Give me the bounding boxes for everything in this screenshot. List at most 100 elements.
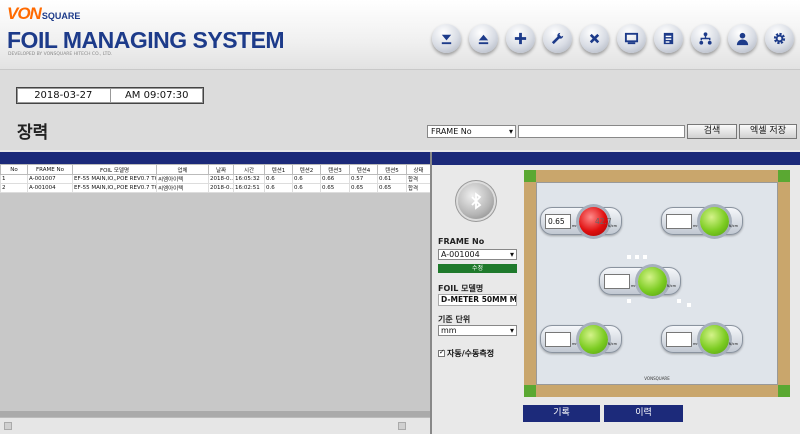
config-button[interactable] bbox=[765, 24, 794, 53]
fiducial-dot bbox=[627, 299, 631, 303]
bluetooth-button[interactable] bbox=[458, 183, 494, 219]
sensor-1-unit2: N/cm bbox=[607, 224, 617, 228]
search-button[interactable]: 검색 bbox=[687, 124, 737, 139]
unit-label: 기준 단위 bbox=[438, 315, 471, 324]
scroll-left-icon[interactable] bbox=[4, 422, 12, 430]
sensor-5-led bbox=[700, 325, 729, 354]
auto-measure-checkbox[interactable]: 자동/수동측정 bbox=[438, 348, 494, 359]
monitor-button[interactable] bbox=[617, 24, 646, 53]
grid-footer bbox=[0, 417, 430, 434]
settings-tool-button[interactable] bbox=[543, 24, 572, 53]
wrench-icon bbox=[551, 32, 564, 45]
table-cell: EF-55 MAIN,IO,,POE REV0.7 TOP bbox=[72, 174, 157, 184]
time-value: AM 09:07:30 bbox=[109, 88, 204, 103]
table-cell: 2018-0... bbox=[208, 183, 234, 193]
sensor-2-unit: mm bbox=[693, 224, 700, 228]
sensor-4-unit: mm bbox=[572, 342, 579, 346]
grid-header-cell[interactable]: 텐션3 bbox=[320, 164, 350, 175]
upload-button[interactable] bbox=[469, 24, 498, 53]
sensor-4-led bbox=[579, 325, 608, 354]
grid-header-cell[interactable]: 텐션4 bbox=[349, 164, 378, 175]
measurement-title-bar bbox=[432, 152, 800, 165]
sensor-1-unit: mm bbox=[572, 224, 579, 228]
grid-header-cell[interactable]: FRAME No bbox=[27, 164, 73, 175]
fiducial-dot bbox=[627, 255, 631, 259]
network-button[interactable] bbox=[691, 24, 720, 53]
search-input[interactable] bbox=[518, 125, 685, 138]
frame-no-select[interactable]: A-001004 bbox=[438, 249, 517, 260]
sensor-5[interactable]: mm N/cm bbox=[661, 325, 743, 354]
user-button[interactable] bbox=[728, 24, 757, 53]
table-row[interactable]: 1 A-001007 EF-55 MAIN,IO,,POE REV0.7 TOP 씨엠… bbox=[0, 174, 431, 184]
grid-header-cell[interactable]: 상태 bbox=[406, 164, 431, 175]
fiducial-dot bbox=[643, 255, 647, 259]
table-row[interactable]: 2 A-001004 EF-55 MAIN,IO,,POE REV0.7 TOP 씨엠… bbox=[0, 183, 431, 193]
table-cell: 씨엠아이텍 bbox=[156, 174, 209, 184]
table-cell: A-001004 bbox=[27, 183, 73, 193]
toolbar bbox=[432, 24, 794, 53]
datetime-display: 2018-03-27 AM 09:07:30 bbox=[16, 87, 204, 104]
sensor-1[interactable]: 0.65 mm 42.7 N/cm bbox=[540, 207, 622, 236]
sensor-4-unit2: N/cm bbox=[607, 342, 617, 346]
frame-no-label: FRAME No bbox=[438, 237, 485, 246]
table-cell: 0.65 bbox=[377, 183, 407, 193]
sensor-3[interactable]: mm N/cm bbox=[599, 267, 681, 296]
unit-select[interactable]: mm bbox=[438, 325, 517, 336]
grid-header-cell[interactable]: FOIL 모델명 bbox=[72, 164, 157, 175]
search-field-select[interactable]: FRAME No bbox=[427, 125, 516, 138]
control-bar bbox=[0, 70, 800, 150]
add-button[interactable] bbox=[506, 24, 535, 53]
table-cell: 씨엠아이텍 bbox=[156, 183, 209, 193]
logo-von: VON bbox=[7, 4, 42, 23]
table-cell: 16:02:51 bbox=[233, 183, 265, 193]
frame-inner: 0.65 mm 42.7 N/cm mm N/cm mm N/cm mm N/c… bbox=[536, 182, 778, 385]
table-cell: 2018-0... bbox=[208, 174, 234, 184]
foil-model-field[interactable]: D-METER 50MM MAIN bbox=[438, 294, 517, 306]
excel-save-button[interactable]: 엑셀 저장 bbox=[739, 124, 797, 139]
scroll-right-icon[interactable] bbox=[398, 422, 406, 430]
close-icon bbox=[589, 33, 600, 44]
sensor-5-unit2: N/cm bbox=[728, 342, 738, 346]
data-grid-pane: No FRAME No FOIL 모델명 업체 날짜 시간 텐션1 텐션2 텐션3 텐션4 텐션5 상… bbox=[0, 152, 431, 416]
table-cell: 합격 bbox=[406, 174, 431, 184]
document-icon bbox=[663, 32, 674, 45]
grid-header-cell[interactable]: 날짜 bbox=[208, 164, 234, 175]
gear-icon bbox=[773, 32, 786, 45]
sensor-4-value bbox=[545, 332, 571, 347]
table-cell: 0.6 bbox=[264, 183, 293, 193]
board-corner-bl bbox=[524, 385, 536, 397]
logo: VONSQUARE bbox=[7, 4, 80, 24]
grid-header-cell[interactable]: 업체 bbox=[156, 164, 209, 175]
grid-header-cell[interactable]: No bbox=[0, 164, 28, 175]
table-cell: 0.6 bbox=[292, 183, 321, 193]
developer-credit: DEVELOPED BY VONSQUARE HITECH CO., LTD. bbox=[8, 52, 113, 57]
data-grid: No FRAME No FOIL 모델명 업체 날짜 시간 텐션1 텐션2 텐션3 텐션4 텐션5 상… bbox=[0, 164, 431, 193]
table-cell: 0.65 bbox=[349, 183, 378, 193]
sensor-3-unit2: N/cm bbox=[666, 284, 676, 288]
history-button[interactable]: 이력 bbox=[604, 405, 683, 422]
fiducial-dot bbox=[677, 299, 681, 303]
monitor-icon bbox=[624, 32, 639, 45]
table-cell: 16:05:32 bbox=[233, 174, 265, 184]
table-cell: 0.6 bbox=[292, 174, 321, 184]
download-button[interactable] bbox=[432, 24, 461, 53]
sensor-2-value bbox=[666, 214, 692, 229]
sensor-2[interactable]: mm N/cm bbox=[661, 207, 743, 236]
grid-header-cell[interactable]: 텐션2 bbox=[292, 164, 321, 175]
grid-header-cell[interactable]: 텐션5 bbox=[377, 164, 407, 175]
table-cell: A-001007 bbox=[27, 174, 73, 184]
delete-button[interactable] bbox=[580, 24, 609, 53]
sensor-5-value bbox=[666, 332, 692, 347]
fiducial-dot bbox=[635, 255, 639, 259]
report-button[interactable] bbox=[654, 24, 683, 53]
table-cell: 0.6 bbox=[264, 174, 293, 184]
grid-header-cell[interactable]: 시간 bbox=[233, 164, 265, 175]
sensor-4[interactable]: mm N/cm bbox=[540, 325, 622, 354]
network-icon bbox=[699, 32, 712, 45]
edit-button[interactable]: 수정 bbox=[438, 264, 517, 273]
record-button[interactable]: 기록 bbox=[523, 405, 600, 422]
table-cell: 합격 bbox=[406, 183, 431, 193]
grid-header-cell[interactable]: 텐션1 bbox=[264, 164, 293, 175]
sensor-3-led bbox=[638, 267, 667, 296]
board-corner-tl bbox=[524, 170, 536, 182]
